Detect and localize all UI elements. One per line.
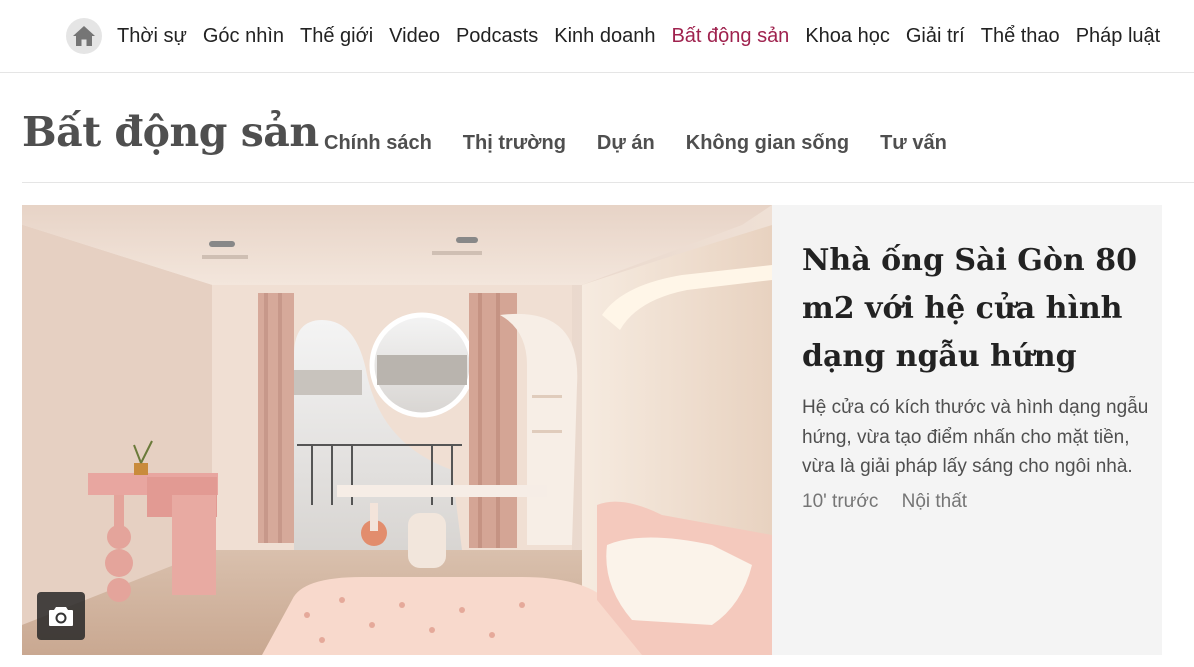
subnav-khong-gian-song[interactable]: Không gian sống	[686, 132, 849, 154]
subnav-tu-van[interactable]: Tư vấn	[880, 132, 947, 154]
nav-item-khoa-hoc[interactable]: Khoa học	[805, 24, 890, 48]
home-icon	[73, 26, 95, 46]
article-time: 10' trước	[802, 490, 879, 512]
nav-menu: Thời sự Góc nhìn Thế giới Video Podcasts…	[117, 24, 1176, 48]
nav-item-kinh-doanh[interactable]: Kinh doanh	[554, 24, 655, 48]
nav-item-video[interactable]: Video	[389, 24, 440, 48]
top-navigation: Thời sự Góc nhìn Thế giới Video Podcasts…	[0, 0, 1194, 73]
home-button[interactable]	[66, 18, 102, 54]
article-text: Nhà ống Sài Gòn 80 m2 với hệ cửa hình dạ…	[802, 237, 1152, 513]
nav-item-thoi-su[interactable]: Thời sự	[117, 24, 187, 48]
photo-gallery-badge[interactable]	[37, 592, 85, 640]
nav-item-the-thao[interactable]: Thể thao	[981, 24, 1060, 48]
nav-item-bat-dong-san[interactable]: Bất động sản	[671, 24, 789, 48]
sub-navigation: Chính sách Thị trường Dự án Không gian s…	[324, 132, 978, 154]
section-title[interactable]: Bất động sản	[22, 108, 319, 156]
subnav-du-an[interactable]: Dự án	[597, 132, 655, 154]
nav-item-phap-luat[interactable]: Pháp luật	[1076, 24, 1161, 48]
camera-icon	[49, 607, 73, 626]
nav-item-goc-nhin[interactable]: Góc nhìn	[203, 24, 284, 48]
article-lead: Hệ cửa có kích thước và hình dạng ngẫu h…	[802, 397, 1149, 477]
section-header: Bất động sản Chính sách Thị trường Dự án…	[22, 96, 1194, 183]
bedroom-photo	[22, 205, 772, 655]
article-meta: 10' trước Nội thất	[802, 491, 1152, 513]
featured-article: Nhà ống Sài Gòn 80 m2 với hệ cửa hình dạ…	[22, 205, 1162, 655]
nav-item-the-gioi[interactable]: Thế giới	[300, 24, 373, 48]
subnav-thi-truong[interactable]: Thị trường	[463, 132, 566, 154]
nav-item-giai-tri[interactable]: Giải trí	[906, 24, 965, 48]
featured-image[interactable]	[22, 205, 772, 655]
nav-item-podcasts[interactable]: Podcasts	[456, 24, 538, 48]
article-headline[interactable]: Nhà ống Sài Gòn 80 m2 với hệ cửa hình dạ…	[802, 237, 1152, 381]
subnav-chinh-sach[interactable]: Chính sách	[324, 132, 432, 154]
article-category[interactable]: Nội thất	[902, 491, 967, 512]
